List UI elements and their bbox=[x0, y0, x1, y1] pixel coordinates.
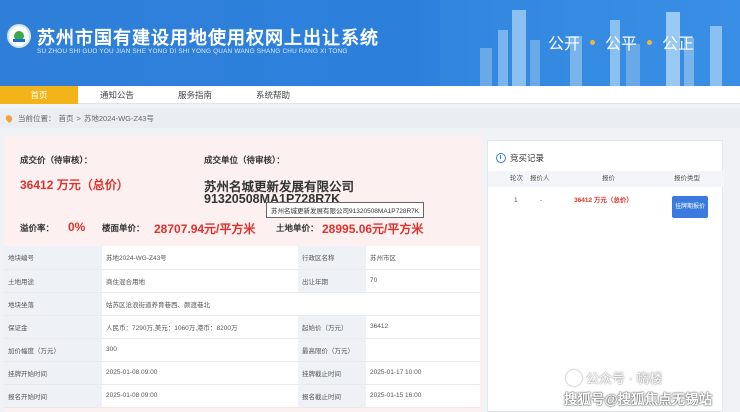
site-header: 苏州市国有建设用地使用权网上出让系统 SU ZHOU SHI GUO YOU J… bbox=[0, 0, 740, 86]
nav-home[interactable]: 首页 bbox=[0, 86, 78, 104]
site-title: 苏州市国有建设用地使用权网上出让系统 bbox=[37, 28, 379, 48]
table-row: 报名开始时间 2025-01-08 09:00 报名截止时间 2025-01-15 1… bbox=[4, 384, 480, 408]
bid-round: 1 bbox=[514, 197, 518, 204]
table-row: 保证金 人民币：7290万,美元：1060万,港币：8200万 起始价（万元） 364… bbox=[4, 315, 480, 339]
land-info-table: 地块编号 苏地2024-WG-Z43号 行政区名称 苏州市区 土地用途 商住混合用地 出让年… bbox=[4, 246, 480, 408]
info-value: 苏地2024-WG-Z43号 bbox=[102, 246, 298, 270]
table-row: 地块编号 苏地2024-WG-Z43号 行政区名称 苏州市区 bbox=[4, 246, 480, 270]
info-key: 行政区名称 bbox=[298, 246, 366, 270]
breadcrumb-current: 苏地2024-WG-Z43号 bbox=[83, 113, 154, 123]
info-value: 2025-01-15 16:00 bbox=[366, 384, 480, 408]
premium-rate-label: 溢价率： bbox=[20, 223, 55, 233]
info-key: 挂牌开始时间 bbox=[4, 361, 102, 385]
info-value: 70 bbox=[366, 269, 480, 293]
table-row: 地块坐落 姑苏区沧浪街道养育巷西、颜渡巷北 bbox=[4, 292, 480, 316]
floor-price-label: 楼面单价： bbox=[102, 223, 145, 233]
info-value: 人民币：7290万,美元：1060万,港币：8200万 bbox=[102, 315, 298, 339]
info-value bbox=[366, 338, 480, 362]
bid-bidder: - bbox=[540, 197, 543, 204]
bid-record-row: 1 - 36412 万元（总价） 挂牌期报价 bbox=[488, 191, 724, 218]
floor-price-value: 28707.94元/平方米 bbox=[154, 222, 256, 236]
slogan-word: 公正 bbox=[662, 36, 695, 53]
info-key: 地块编号 bbox=[4, 246, 102, 270]
breadcrumb-prefix: 当前位置： bbox=[18, 113, 56, 123]
site-logo bbox=[7, 24, 31, 48]
column-header-round: 轮次 bbox=[510, 175, 523, 182]
wechat-watermark: 公众号 · 嗨楼 bbox=[566, 368, 663, 387]
nav-notices[interactable]: 通知公告 bbox=[78, 86, 156, 104]
info-value: 商住混合用地 bbox=[102, 269, 298, 293]
slogan: 公开 公平 公正 bbox=[548, 30, 694, 54]
info-key: 保证金 bbox=[4, 315, 102, 339]
dot-separator-icon bbox=[647, 39, 653, 45]
info-value: 300 bbox=[102, 338, 298, 362]
breadcrumb-separator: > bbox=[76, 113, 81, 123]
company-tooltip: 苏州名城更新发展有限公司91320508MA1P728R7K bbox=[266, 202, 425, 218]
clock-icon bbox=[496, 153, 506, 163]
land-price-label: 土地单价： bbox=[276, 223, 319, 233]
breadcrumb: 当前位置： 首页 > 苏地2024-WG-Z43号 bbox=[0, 108, 740, 128]
premium-rate-value: 0% bbox=[68, 220, 86, 234]
info-value: 2025-01-08 09:00 bbox=[102, 384, 298, 408]
column-header-type: 报价类型 bbox=[674, 175, 700, 182]
deal-unit-label: 成交单位（待审核）： bbox=[204, 155, 285, 165]
info-value: 36412 bbox=[366, 315, 480, 339]
bid-price: 36412 万元（总价） bbox=[574, 197, 633, 204]
slogan-word: 公平 bbox=[605, 36, 638, 53]
watermark-line1: 公众号 · 嗨楼 bbox=[586, 371, 663, 386]
land-price-value: 28995.06元/平方米 bbox=[322, 222, 424, 236]
info-key: 挂牌截止时间 bbox=[298, 361, 366, 385]
nav-system-help[interactable]: 系统帮助 bbox=[234, 86, 312, 104]
site-title-pinyin: SU ZHOU SHI GUO YOU JIAN SHE YONG DI SHI… bbox=[37, 48, 348, 55]
info-key: 报名截止时间 bbox=[298, 384, 366, 408]
nav-service-guide[interactable]: 服务指南 bbox=[156, 86, 234, 104]
table-row: 挂牌开始时间 2025-01-08 09:00 挂牌截止时间 2025-01-17 1… bbox=[4, 361, 480, 385]
info-key: 最高限价（万元） bbox=[298, 338, 366, 362]
wechat-logo-icon bbox=[566, 369, 582, 386]
breadcrumb-home-link[interactable]: 首页 bbox=[59, 113, 74, 124]
info-key: 起始价（万元） bbox=[298, 315, 366, 339]
info-value: 2025-01-08 09:00 bbox=[102, 361, 298, 385]
info-key: 土地用途 bbox=[4, 269, 102, 293]
column-header-price: 报价 bbox=[602, 175, 615, 182]
info-key: 出让年期 bbox=[298, 269, 366, 293]
slogan-word: 公开 bbox=[548, 36, 581, 53]
location-pin-icon bbox=[4, 113, 14, 123]
column-header-bidder: 报价人 bbox=[530, 175, 550, 182]
bid-type-badge: 挂牌期报价 bbox=[672, 196, 709, 218]
bid-records-header: 竞买记录 bbox=[496, 152, 544, 164]
deal-price-label: 成交价（待审核）： bbox=[20, 155, 93, 165]
info-key: 地块坐落 bbox=[4, 292, 102, 316]
dot-separator-icon bbox=[590, 39, 596, 45]
info-value: 苏州市区 bbox=[366, 246, 480, 270]
table-row: 加价幅度（万元） 300 最高限价（万元） bbox=[4, 338, 480, 362]
sohu-watermark: 搜狐号@搜狐焦点无锡站 bbox=[564, 392, 713, 407]
main-nav: 首页 通知公告 服务指南 系统帮助 bbox=[0, 86, 740, 104]
deal-price-value: 36412 万元（总价） bbox=[20, 178, 129, 192]
bid-records-title: 竞买记录 bbox=[510, 153, 545, 163]
info-value: 姑苏区沧浪街道养育巷西、颜渡巷北 bbox=[102, 292, 480, 316]
info-value: 2025-01-17 10:00 bbox=[366, 361, 480, 385]
bid-records-columns: 轮次 报价人 报价 报价类型 bbox=[488, 171, 724, 187]
table-row: 土地用途 商住混合用地 出让年期 70 bbox=[4, 269, 480, 293]
info-key: 加价幅度（万元） bbox=[4, 338, 102, 362]
info-key: 报名开始时间 bbox=[4, 384, 102, 408]
